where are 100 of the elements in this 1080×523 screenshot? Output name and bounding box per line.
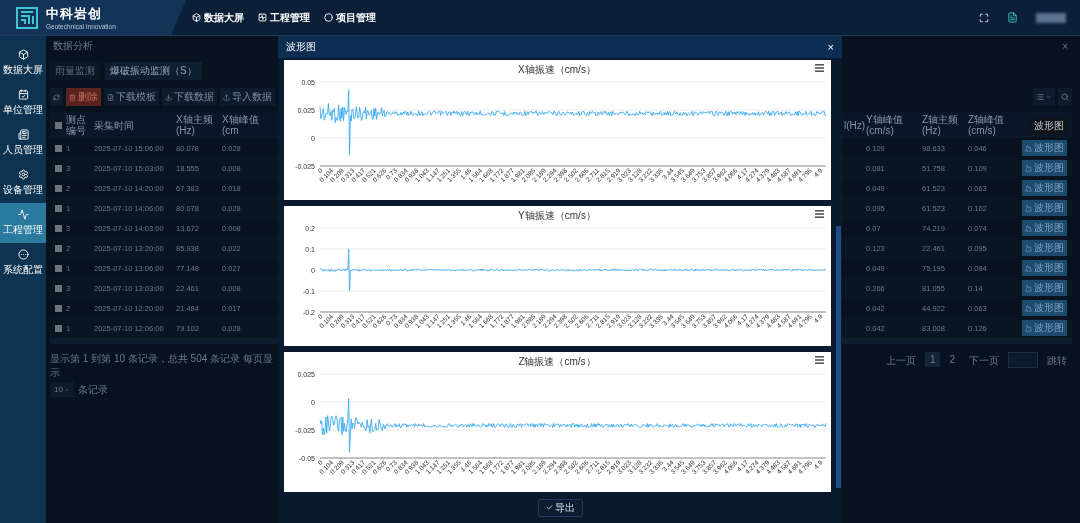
waveform-button[interactable]: 波形图 <box>1022 280 1067 296</box>
blurred-username <box>1036 12 1066 23</box>
toolbar-button[interactable]: 删除 <box>66 88 101 106</box>
chart-icon <box>17 209 29 220</box>
waveform-button[interactable]: 波形图 <box>1022 260 1067 276</box>
column-header: Z轴主频(Hz) <box>921 114 960 136</box>
chart-icon <box>258 13 267 22</box>
checkbox[interactable] <box>55 164 62 172</box>
modal-title: 波形图 <box>286 40 316 54</box>
trash-icon <box>69 93 76 101</box>
column-header: Z轴峰值(cm/s) <box>967 114 1006 136</box>
sidebar-item[interactable]: 单位管理 <box>0 83 46 123</box>
checkbox[interactable] <box>55 324 62 332</box>
checkbox[interactable] <box>55 264 62 272</box>
column-header: Y轴峰值(cm/s) <box>865 114 904 136</box>
checkbox[interactable] <box>55 244 62 252</box>
chart-title: X轴振速（cm/s） <box>518 64 596 75</box>
mountain-icon <box>1025 144 1032 152</box>
breadcrumb: 数据分析 <box>53 39 93 53</box>
checkbox[interactable] <box>55 224 62 232</box>
mountain-icon <box>1025 284 1032 292</box>
close-button[interactable]: × <box>827 41 834 53</box>
tab[interactable]: 雨量监测 <box>50 62 100 80</box>
checkbox[interactable] <box>55 184 62 192</box>
records-label: 条记录 <box>77 382 108 397</box>
column-header: 采集时间 <box>93 119 135 131</box>
export-button[interactable]: 导出 <box>537 498 583 517</box>
waveform-button[interactable]: 波形图 <box>1022 240 1067 256</box>
mountain-icon <box>1025 244 1032 252</box>
column-header: l(Hz) <box>843 119 864 131</box>
mountain-icon <box>1025 164 1032 172</box>
mountain-icon <box>1025 324 1032 332</box>
checkbox[interactable] <box>55 284 62 292</box>
menu-icon[interactable] <box>815 210 824 218</box>
checkbox[interactable] <box>55 304 62 312</box>
toolbar-button[interactable]: 下载数据 <box>162 88 217 106</box>
close-button[interactable]: × <box>1062 40 1072 52</box>
logo-icon <box>16 6 38 29</box>
nav-item[interactable]: 项目管理 <box>324 10 376 25</box>
sidebar-item[interactable]: 设备管理 <box>0 163 46 203</box>
checkbox[interactable] <box>55 204 62 212</box>
checkbox[interactable] <box>55 144 62 152</box>
waveform-button[interactable]: 波形图 <box>1022 180 1067 196</box>
ellipsis-icon <box>17 249 29 260</box>
mountain-icon <box>1025 304 1032 312</box>
document-icon[interactable] <box>1007 12 1018 23</box>
tab[interactable]: 爆破振动监测（S） <box>105 62 202 80</box>
fullscreen-icon[interactable] <box>979 12 989 23</box>
file-download-icon <box>107 93 114 101</box>
calendar-icon <box>17 89 29 100</box>
tooltip: 波形图 <box>1030 118 1068 134</box>
caret-icon <box>1046 94 1052 100</box>
chart-title: Z轴振速（cm/s） <box>518 356 596 367</box>
column-header: 测点编号 <box>65 114 87 136</box>
waveform-button[interactable]: 波形图 <box>1022 220 1067 236</box>
check-icon <box>545 504 553 511</box>
scrollbar[interactable] <box>836 226 841 488</box>
menu-icon[interactable] <box>815 64 824 72</box>
column-header: X轴主频(Hz) <box>175 114 214 136</box>
page-input[interactable] <box>1008 352 1038 368</box>
circle-icon <box>324 13 333 22</box>
page-size-select[interactable]: 10 <box>50 382 74 397</box>
caret-icon <box>63 386 70 393</box>
waveform-button[interactable]: 波形图 <box>1022 200 1067 216</box>
cube-icon <box>17 49 29 60</box>
sidebar-item[interactable]: 人员管理 <box>0 123 46 163</box>
refresh-icon <box>53 93 60 101</box>
gear-icon <box>17 169 29 180</box>
search-icon <box>1061 93 1069 101</box>
jump-button[interactable]: 跳转 <box>1042 352 1072 370</box>
nav-item[interactable]: 数据大屏 <box>192 10 244 25</box>
sidebar-item[interactable]: 数据大屏 <box>0 43 46 83</box>
column-header: X轴峰值(cm <box>221 114 260 136</box>
list-icon <box>1036 93 1044 101</box>
download-icon <box>165 93 172 101</box>
toolbar-button[interactable]: 下载模板 <box>104 88 159 106</box>
brand-name: 中科岩创 <box>46 5 103 23</box>
checkbox[interactable] <box>55 121 62 129</box>
records-summary: 显示第 1 到第 10 条记录，总共 504 条记录 每页显示 <box>50 352 274 380</box>
cube-icon <box>192 13 201 22</box>
upload-icon <box>223 93 230 101</box>
search-button[interactable] <box>1058 88 1072 106</box>
menu-icon[interactable] <box>815 356 824 364</box>
refresh-button[interactable] <box>50 88 63 106</box>
sidebar-item[interactable]: 工程管理 <box>0 203 46 243</box>
chart-title: Y轴振速（cm/s） <box>518 210 596 221</box>
newspaper-icon <box>17 129 29 140</box>
sidebar-item[interactable]: 系统配置 <box>0 243 46 283</box>
waveform-button[interactable]: 波形图 <box>1022 300 1067 316</box>
nav-item[interactable]: 工程管理 <box>258 10 310 25</box>
mountain-icon <box>1025 264 1032 272</box>
waveform-button[interactable]: 波形图 <box>1022 160 1067 176</box>
mountain-icon <box>1025 184 1032 192</box>
waveform-button[interactable]: 波形图 <box>1022 140 1067 156</box>
mountain-icon <box>1025 204 1032 212</box>
toolbar-button[interactable]: 导入数据 <box>220 88 275 106</box>
mountain-icon <box>1025 224 1032 232</box>
page-number[interactable]: 1 <box>924 352 941 367</box>
page-number[interactable]: 2 <box>944 352 960 367</box>
waveform-button[interactable]: 波形图 <box>1022 320 1067 336</box>
